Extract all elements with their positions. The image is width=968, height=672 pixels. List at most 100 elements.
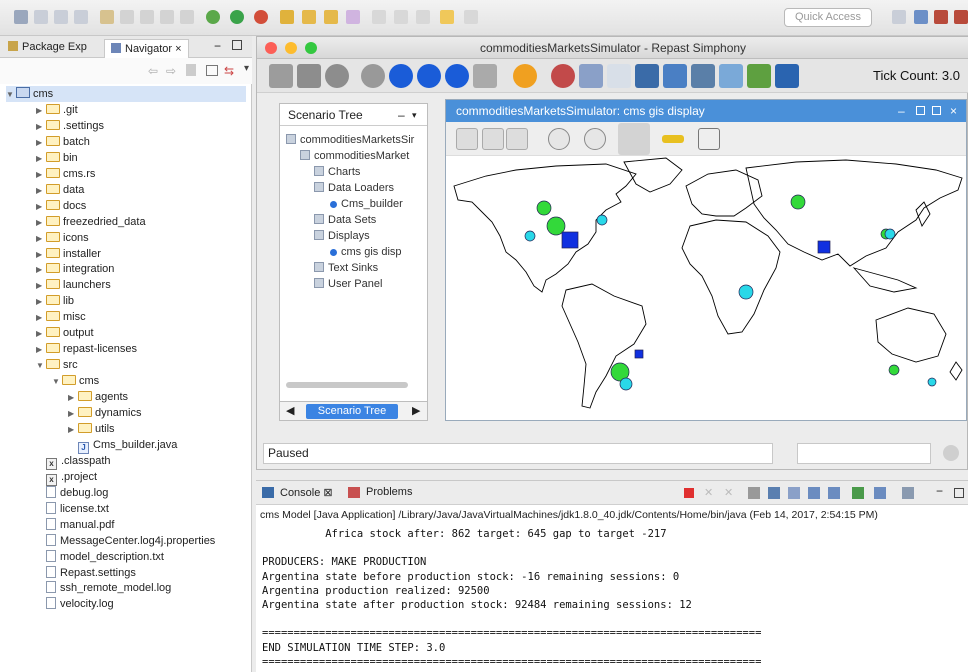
info-icon[interactable] <box>698 128 720 150</box>
scroll-lock-icon[interactable] <box>768 487 780 499</box>
scenario-item[interactable]: User Panel <box>314 276 382 292</box>
panel-icon[interactable] <box>775 64 799 88</box>
expand-right-icon[interactable]: ▶ <box>36 151 46 167</box>
init-icon[interactable] <box>361 64 385 88</box>
minimize-icon[interactable]: − <box>214 38 221 54</box>
close-window-button[interactable] <box>265 42 277 54</box>
panel-minimize-icon[interactable]: – <box>398 104 405 126</box>
agent-marker[interactable] <box>561 231 579 249</box>
tree-item[interactable]: x .project <box>36 469 97 486</box>
expand-right-icon[interactable]: ▶ <box>36 278 46 294</box>
chart-icon[interactable] <box>719 64 743 88</box>
export-icon[interactable] <box>635 64 659 88</box>
tab-right-arrow-icon[interactable]: ▶ <box>412 404 420 417</box>
back-icon[interactable]: ⇦ <box>148 64 158 78</box>
zoom-out-icon[interactable] <box>584 128 606 150</box>
layer-icon[interactable] <box>482 128 504 150</box>
remove-launch-icon[interactable]: ✕ <box>704 486 713 499</box>
maximize-icon[interactable] <box>232 40 242 50</box>
tree-item[interactable]: ▶ integration <box>36 261 114 277</box>
show-on-err-icon[interactable] <box>828 487 840 499</box>
expand-right-icon[interactable]: ▶ <box>36 215 46 231</box>
scenario-item[interactable]: Charts <box>314 164 360 180</box>
expand-right-icon[interactable]: ▶ <box>36 262 46 278</box>
java-perspective-icon[interactable] <box>914 10 928 24</box>
tractor-icon[interactable] <box>691 64 715 88</box>
agent-marker[interactable] <box>596 214 608 226</box>
forward-icon[interactable] <box>464 10 478 24</box>
zoom-window-button[interactable] <box>305 42 317 54</box>
tree-item[interactable]: ▶ installer <box>36 246 101 262</box>
expand-right-icon[interactable]: ▶ <box>68 406 78 422</box>
word-wrap-icon[interactable] <box>788 487 800 499</box>
display-console-icon[interactable] <box>874 487 886 499</box>
load-model-icon[interactable] <box>269 64 293 88</box>
image-icon[interactable] <box>747 64 771 88</box>
agent-marker[interactable] <box>790 194 806 210</box>
agent-marker[interactable] <box>927 377 937 387</box>
tree-item[interactable]: ▶ utils <box>68 421 115 437</box>
show-on-out-icon[interactable] <box>808 487 820 499</box>
debug-icon[interactable] <box>206 10 220 24</box>
scenario-item[interactable]: Text Sinks <box>314 260 378 276</box>
measure-icon[interactable] <box>662 135 684 143</box>
edit-icon[interactable] <box>346 10 360 24</box>
tree-item[interactable]: ▶ lib <box>36 293 74 309</box>
expand-right-icon[interactable]: ▶ <box>36 326 46 342</box>
expand-down-icon[interactable]: ▼ <box>6 87 16 103</box>
expand-right-icon[interactable]: ▶ <box>36 183 46 199</box>
new-package-icon[interactable] <box>280 10 294 24</box>
open-console-icon[interactable] <box>902 487 914 499</box>
tree-item[interactable]: ▶ .git <box>36 102 78 118</box>
forward-icon[interactable] <box>440 10 454 24</box>
close-icon[interactable]: × <box>175 43 181 55</box>
minimize-icon[interactable]: − <box>936 484 943 498</box>
save-all-icon[interactable] <box>54 10 68 24</box>
nav-icon[interactable] <box>394 10 408 24</box>
expand-right-icon[interactable]: ▶ <box>36 119 46 135</box>
pin-console-icon[interactable] <box>852 487 864 499</box>
close-icon[interactable]: × <box>950 100 957 122</box>
scenario-item[interactable]: cms gis disp <box>328 244 402 260</box>
print-icon[interactable] <box>74 10 88 24</box>
tab-left-arrow-icon[interactable]: ◀ <box>286 404 294 417</box>
expand-right-icon[interactable]: ▶ <box>36 342 46 358</box>
run-icon[interactable] <box>417 64 441 88</box>
tree-item[interactable]: ssh_remote_model.log <box>36 580 171 596</box>
minimize-window-button[interactable] <box>285 42 297 54</box>
up-icon[interactable] <box>186 64 196 76</box>
agent-marker[interactable] <box>817 240 831 254</box>
tree-item[interactable]: MessageCenter.log4j.properties <box>36 533 215 549</box>
step-icon[interactable] <box>389 64 413 88</box>
tool-icon[interactable] <box>180 10 194 24</box>
tree-item[interactable]: ▶ freezedried_data <box>36 214 146 230</box>
expand-right-icon[interactable]: ▶ <box>36 310 46 326</box>
expand-right-icon[interactable]: ▶ <box>36 199 46 215</box>
agent-marker[interactable] <box>634 349 644 359</box>
tree-item[interactable]: manual.pdf <box>36 517 114 533</box>
restore-icon[interactable] <box>932 106 941 115</box>
expand-right-icon[interactable]: ▶ <box>36 231 46 247</box>
minimize-icon[interactable]: – <box>898 100 905 122</box>
scenario-item[interactable]: Data Loaders <box>314 180 394 196</box>
maximize-icon[interactable] <box>916 106 925 115</box>
tree-item[interactable]: ▶ .settings <box>36 118 104 134</box>
tree-item[interactable]: ▶ launchers <box>36 277 111 293</box>
agent-marker[interactable] <box>536 200 552 216</box>
gis-icon[interactable] <box>551 64 575 88</box>
collapse-all-icon[interactable] <box>206 65 218 76</box>
close-icon[interactable]: ⊠ <box>323 487 332 499</box>
expand-right-icon[interactable]: ▶ <box>36 294 46 310</box>
expand-right-icon[interactable]: ▶ <box>68 422 78 438</box>
tab-problems[interactable]: Problems <box>366 486 412 498</box>
perspective-icon[interactable] <box>954 10 968 24</box>
expand-down-icon[interactable]: ▼ <box>36 358 46 374</box>
nav-icon[interactable] <box>372 10 386 24</box>
agent-marker[interactable] <box>619 377 633 391</box>
external-tools-icon[interactable] <box>254 10 268 24</box>
run-icon[interactable] <box>230 10 244 24</box>
tree-item[interactable]: ▶ docs <box>36 198 86 214</box>
open-perspective-icon[interactable] <box>892 10 906 24</box>
agent-marker[interactable] <box>884 228 896 240</box>
expand-right-icon[interactable]: ▶ <box>36 167 46 183</box>
